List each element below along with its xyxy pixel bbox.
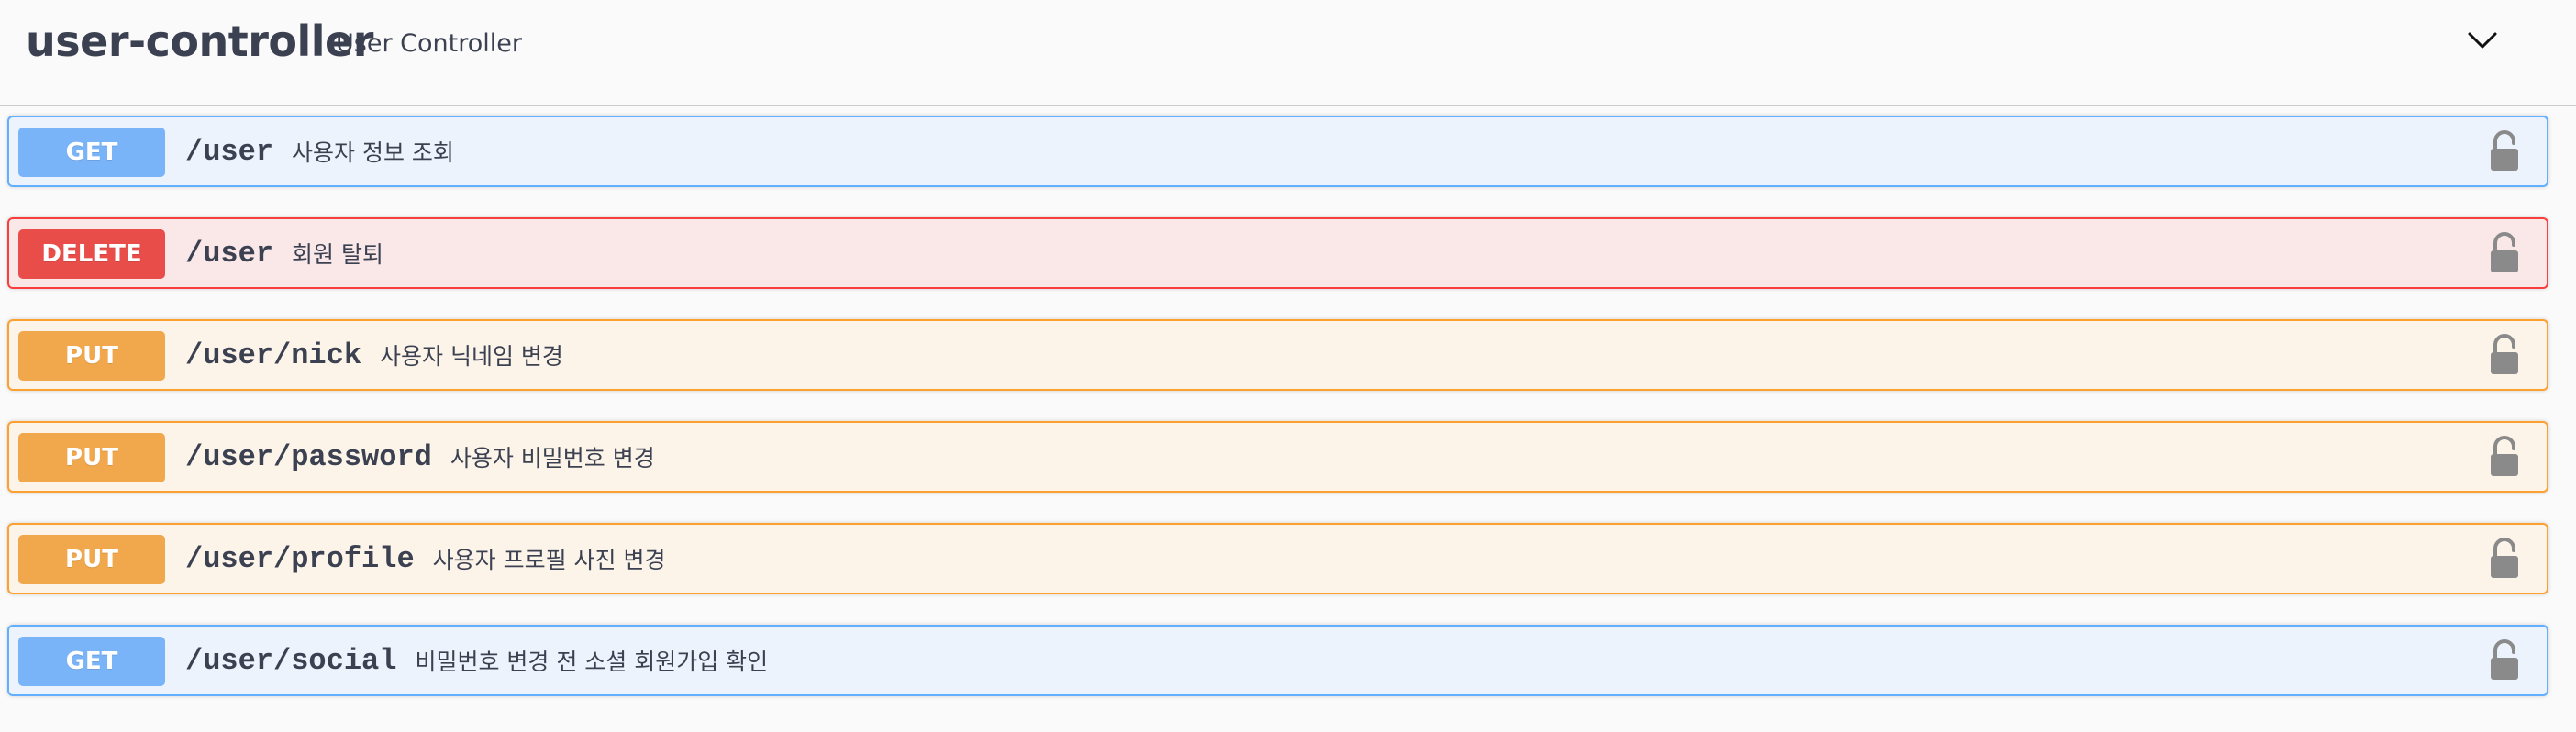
method-badge: PUT — [18, 433, 165, 482]
operation-path: /user/social — [185, 643, 397, 678]
tag-header[interactable]: user-controller User Controller — [0, 0, 2576, 106]
operation-put-user-nick[interactable]: PUT /user/nick 사용자 닉네임 변경 — [7, 319, 2548, 391]
lock-icon[interactable] — [2488, 639, 2521, 682]
operation-path: /user/profile — [185, 541, 415, 576]
lock-icon[interactable] — [2488, 232, 2521, 274]
method-badge: GET — [18, 637, 165, 686]
operation-get-user[interactable]: GET /user 사용자 정보 조회 — [7, 116, 2548, 187]
lock-icon[interactable] — [2488, 334, 2521, 376]
operation-summary: 회원 탈퇴 — [292, 241, 383, 268]
tag-name[interactable]: user-controller — [26, 11, 373, 72]
operation-summary: 사용자 닉네임 변경 — [380, 343, 563, 370]
method-badge: DELETE — [18, 229, 165, 279]
lock-icon[interactable] — [2488, 436, 2521, 478]
operation-delete-user[interactable]: DELETE /user 회원 탈퇴 — [7, 217, 2548, 289]
lock-icon[interactable] — [2488, 538, 2521, 580]
operation-path: /user/nick — [185, 338, 362, 372]
operation-put-user-profile[interactable]: PUT /user/profile 사용자 프로필 사진 변경 — [7, 523, 2548, 594]
operation-summary: 사용자 비밀번호 변경 — [450, 445, 655, 471]
operation-summary: 비밀번호 변경 전 소셜 회원가입 확인 — [415, 649, 769, 675]
operation-path: /user — [185, 134, 274, 169]
operation-get-user-social[interactable]: GET /user/social 비밀번호 변경 전 소셜 회원가입 확인 — [7, 625, 2548, 696]
operation-put-user-password[interactable]: PUT /user/password 사용자 비밀번호 변경 — [7, 421, 2548, 493]
tag-description: User Controller — [336, 29, 522, 58]
operation-path: /user — [185, 236, 274, 271]
method-badge: PUT — [18, 535, 165, 584]
operation-summary: 사용자 프로필 사진 변경 — [432, 547, 666, 573]
lock-icon[interactable] — [2488, 130, 2521, 172]
method-badge: PUT — [18, 331, 165, 381]
chevron-down-icon[interactable] — [2464, 22, 2501, 59]
operation-summary: 사용자 정보 조회 — [292, 139, 454, 166]
method-badge: GET — [18, 128, 165, 177]
operation-path: /user/password — [185, 439, 432, 474]
